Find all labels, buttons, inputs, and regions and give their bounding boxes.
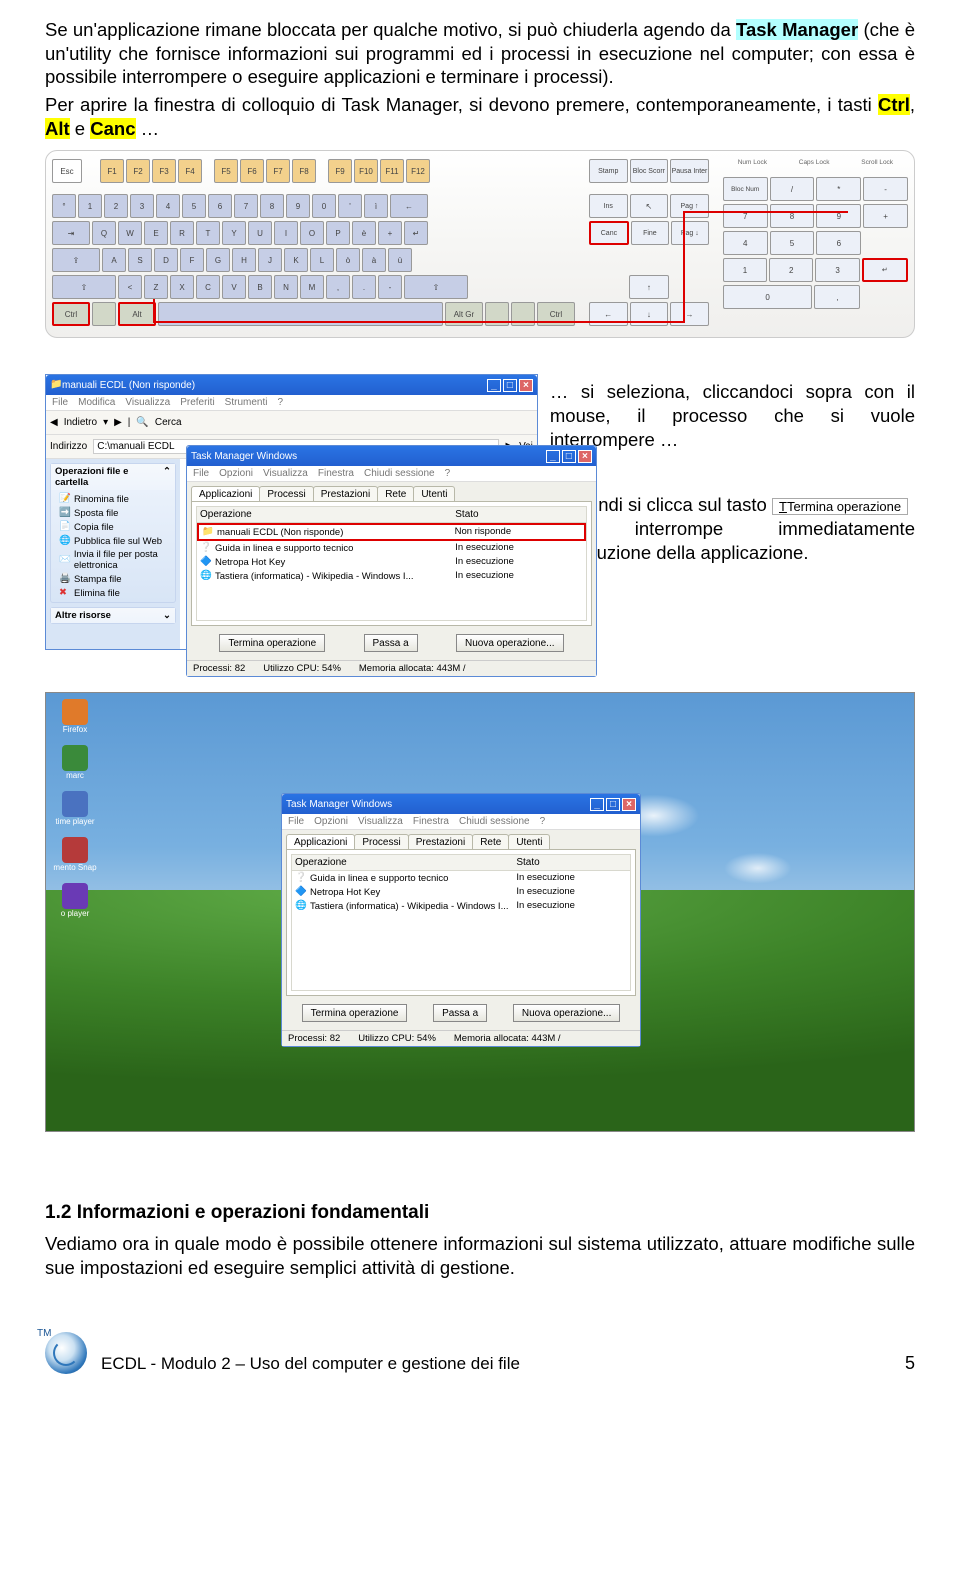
page-footer: TM ECDL - Modulo 2 – Uso del computer e …: [45, 1332, 915, 1374]
forward-icon[interactable]: ▶: [114, 417, 122, 428]
min-icon[interactable]: _: [487, 379, 501, 392]
footer-text: ECDL - Modulo 2 – Uso del computer e ges…: [101, 1354, 891, 1374]
tm-list-header: OperazioneStato: [196, 506, 587, 523]
tm-menu[interactable]: FileOpzioniVisualizzaFinestraChiudi sess…: [187, 466, 596, 482]
section-heading: 1.2 Informazioni e operazioni fondamenta…: [45, 1202, 915, 1224]
delete-icon: ✖: [59, 587, 71, 599]
app-icon: [62, 837, 88, 863]
explorer-window: 📁manuali ECDL (Non risponde)_□× FileModi…: [45, 374, 538, 650]
desktop-icon[interactable]: marc: [52, 745, 98, 789]
sidenote-1: … si seleziona, cliccandoci sopra con il…: [550, 380, 915, 451]
mail-icon: ✉️: [59, 554, 71, 566]
desktop-icons: Firefox marc time player mento Snap o pl…: [52, 699, 98, 929]
desktop-icon[interactable]: Firefox: [52, 699, 98, 743]
key-alt-left: Alt: [118, 302, 156, 326]
new-task-button[interactable]: Nuova operazione...: [513, 1004, 621, 1022]
ie-icon: 🌐: [200, 570, 212, 582]
tm-row[interactable]: 🌐Tastiera (informatica) - Wikipedia - Wi…: [292, 899, 630, 913]
app-icon: 🔷: [200, 556, 212, 568]
page-number: 5: [905, 1353, 915, 1374]
tm-title: Task Manager Windows: [191, 451, 297, 462]
max-icon[interactable]: □: [503, 379, 517, 392]
explorer-menu[interactable]: FileModificaVisualizzaPreferitiStrumenti…: [46, 395, 537, 411]
tm-row[interactable]: 🔷Netropa Hot KeyIn esecuzione: [197, 555, 586, 569]
desktop-icon[interactable]: o player: [52, 883, 98, 927]
help-icon: ❔: [200, 542, 212, 554]
task-manager-term: Task Manager: [736, 19, 858, 40]
key-canc-kbd: Canc: [589, 221, 629, 245]
key-ctrl: Ctrl: [878, 94, 910, 115]
keyboard-diagram: EscF1F2F3F4F5F6F7F8F9F10F11F12 °12345678…: [45, 150, 915, 338]
close-icon[interactable]: ×: [622, 798, 636, 811]
switch-to-button[interactable]: Passa a: [364, 634, 418, 652]
termina-button-ref: TTermina operazione: [772, 498, 908, 515]
app-icon: [62, 883, 88, 909]
folder-icon: 📁: [202, 526, 214, 538]
tm-row[interactable]: ❔Guida in linea e supporto tecnicoIn ese…: [197, 541, 586, 555]
close-icon[interactable]: ×: [519, 379, 533, 392]
tm-row[interactable]: ❔Guida in linea e supporto tecnicoIn ese…: [292, 871, 630, 885]
max-icon[interactable]: □: [562, 450, 576, 463]
tm-row[interactable]: 🌐Tastiera (informatica) - Wikipedia - Wi…: [197, 569, 586, 583]
firefox-icon: [62, 699, 88, 725]
max-icon[interactable]: □: [606, 798, 620, 811]
min-icon[interactable]: _: [546, 450, 560, 463]
web-icon: 🌐: [59, 535, 71, 547]
tm-row-selected[interactable]: 📁manuali ECDL (Non risponde)Non risponde: [197, 523, 586, 541]
key-esc: Esc: [52, 159, 82, 183]
desktop-icon[interactable]: mento Snap: [52, 837, 98, 881]
expand-icon[interactable]: ⌄: [163, 610, 171, 621]
task-manager-window: Task Manager Windows _□× FileOpzioniVisua…: [186, 445, 597, 677]
ie-icon: 🌐: [295, 900, 307, 912]
file-ops-list: 📝Rinomina file ➡️Sposta file 📄Copia file…: [51, 492, 175, 600]
app-icon: 🔷: [295, 886, 307, 898]
move-icon: ➡️: [59, 507, 71, 519]
task-manager-window-2: Task Manager Windows_□× FileOpzioniVisua…: [281, 793, 641, 1047]
new-task-button[interactable]: Nuova operazione...: [456, 634, 564, 652]
switch-to-button[interactable]: Passa a: [433, 1004, 487, 1022]
folder-icon: [62, 745, 88, 771]
desktop-screenshot: Firefox marc time player mento Snap o pl…: [45, 692, 915, 1132]
folder-icon: 📁: [50, 379, 62, 391]
tm-row[interactable]: 🔷Netropa Hot KeyIn esecuzione: [292, 885, 630, 899]
explorer-title: manuali ECDL (Non risponde): [62, 380, 195, 391]
desktop-icon[interactable]: time player: [52, 791, 98, 835]
key-ctrl-left: Ctrl: [52, 302, 90, 326]
key-canc: Canc: [90, 118, 135, 139]
tm-tabs[interactable]: ApplicazioniProcessiPrestazioniReteUtent…: [187, 482, 596, 501]
ecdl-logo-icon: [45, 1332, 87, 1374]
key-alt: Alt: [45, 118, 70, 139]
copy-icon: 📄: [59, 521, 71, 533]
key-enter-np: ↵: [862, 258, 908, 282]
tm-process-list[interactable]: 📁manuali ECDL (Non risponde)Non risponde…: [196, 523, 587, 621]
collapse-icon[interactable]: ⌃: [163, 466, 171, 488]
close-icon[interactable]: ×: [578, 450, 592, 463]
print-icon: 🖨️: [59, 573, 71, 585]
paragraph-1: Se un'applicazione rimane bloccata per q…: [45, 18, 915, 89]
app-icon: [62, 791, 88, 817]
tm-process-list[interactable]: ❔Guida in linea e supporto tecnicoIn ese…: [291, 871, 631, 991]
end-task-button[interactable]: Termina operazione: [302, 1004, 408, 1022]
paragraph-2: Per aprire la finestra di colloquio di T…: [45, 93, 915, 140]
help-icon: ❔: [295, 872, 307, 884]
end-task-button[interactable]: Termina operazione: [219, 634, 325, 652]
sidenote-2: … quindi si clicca sul tasto TTermina op…: [550, 493, 915, 564]
min-icon[interactable]: _: [590, 798, 604, 811]
tm-statusbar: Processi: 82Utilizzo CPU: 54%Memoria all…: [187, 660, 596, 676]
section-paragraph: Vediamo ora in quale modo è possibile ot…: [45, 1232, 915, 1279]
rename-icon: 📝: [59, 493, 71, 505]
back-icon[interactable]: ◀: [50, 417, 58, 428]
search-icon[interactable]: 🔍: [136, 417, 148, 428]
